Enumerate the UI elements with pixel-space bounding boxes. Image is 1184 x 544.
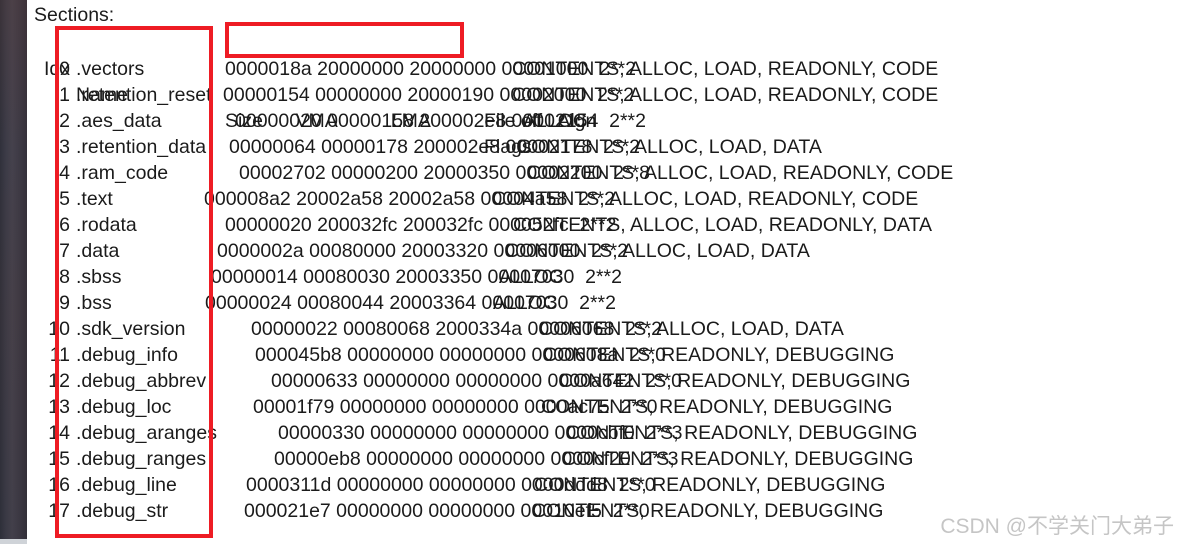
cell-idx: 6 bbox=[59, 214, 70, 236]
cell-idx: 16 bbox=[48, 474, 70, 496]
cell-idx: 0 bbox=[59, 58, 70, 80]
table-row: 12 .debug_abbrev 00000633 00000000 0000000… bbox=[27, 368, 1184, 394]
table-row: 0 .vectors 0000018a 20000000 20000000 0000… bbox=[27, 56, 1184, 82]
cell-name: .aes_data bbox=[76, 110, 162, 132]
cell-name: .ram_code bbox=[76, 162, 169, 184]
cell-flags: CONTENTS, ALLOC, LOAD, DATA bbox=[505, 240, 810, 262]
cell-idx: 13 bbox=[48, 396, 70, 418]
cell-flags: ALLOC bbox=[523, 110, 587, 132]
table-row: 17 .debug_str 000021e7 00000000 00000000 0… bbox=[27, 498, 1184, 524]
cell-flags: CONTENTS, READONLY, DEBUGGING bbox=[541, 396, 893, 418]
cell-idx: 17 bbox=[48, 500, 70, 522]
table-row: 11 .debug_info 000045b8 00000000 00000000 … bbox=[27, 342, 1184, 368]
sections-caption: Sections: bbox=[34, 4, 115, 26]
cell-name: .debug_ranges bbox=[76, 448, 207, 470]
cell-flags: CONTENTS, ALLOC, LOAD, READONLY, DATA bbox=[513, 214, 932, 236]
table-row: 4 .ram_code 00002702 00000200 20000350 000… bbox=[27, 160, 1184, 186]
cell-name: .text bbox=[76, 188, 113, 210]
left-background-strip-footer bbox=[0, 539, 27, 544]
cell-flags: CONTENTS, READONLY, DEBUGGING bbox=[566, 422, 918, 444]
cell-flags: CONTENTS, ALLOC, LOAD, READONLY, CODE bbox=[492, 188, 919, 210]
cell-name: .retention_reset bbox=[76, 84, 212, 106]
cell-idx: 9 bbox=[59, 292, 70, 314]
table-row: 1 .retention_reset 00000154 00000000 20000… bbox=[27, 82, 1184, 108]
cell-flags: CONTENTS, READONLY, DEBUGGING bbox=[534, 474, 886, 496]
cell-name: .retention_data bbox=[76, 136, 207, 158]
cell-name: .debug_abbrev bbox=[76, 370, 207, 392]
cell-idx: 14 bbox=[48, 422, 70, 444]
table-row: 15 .debug_ranges 00000eb8 00000000 0000000… bbox=[27, 446, 1184, 472]
cell-idx: 2 bbox=[59, 110, 70, 132]
cell-idx: 11 bbox=[49, 344, 70, 366]
table-row: 7 .data 0000002a 00080000 20003320 0000600… bbox=[27, 238, 1184, 264]
cell-idx: 8 bbox=[59, 266, 70, 288]
cell-flags: CONTENTS, ALLOC, LOAD, DATA bbox=[539, 318, 844, 340]
cell-name: .bss bbox=[76, 292, 112, 314]
cell-flags: CONTENTS, ALLOC, LOAD, DATA bbox=[517, 136, 822, 158]
cell-idx: 10 bbox=[48, 318, 70, 340]
table-row: 6 .rodata 00000020 200032fc 200032fc 00005… bbox=[27, 212, 1184, 238]
cell-flags: CONTENTS, ALLOC, LOAD, READONLY, CODE bbox=[512, 84, 939, 106]
objdump-output-pane: Sections: Idx Name Size VMA LMA File off… bbox=[27, 0, 1184, 544]
section-header-table: Idx Name Size VMA LMA File off Algn Flag… bbox=[27, 30, 1184, 524]
cell-flags: ALLOC bbox=[499, 266, 563, 288]
cell-idx: 12 bbox=[48, 370, 70, 392]
table-row: 13 .debug_loc 00001f79 00000000 00000000 0… bbox=[27, 394, 1184, 420]
table-row: 10 .sdk_version 00000022 00080068 2000334a… bbox=[27, 316, 1184, 342]
cell-idx: 5 bbox=[59, 188, 70, 210]
cell-name: .debug_aranges bbox=[76, 422, 217, 444]
cell-flags: CONTENTS, READONLY, DEBUGGING bbox=[532, 500, 884, 522]
cell-name: .rodata bbox=[76, 214, 137, 236]
cell-flags: CONTENTS, READONLY, DEBUGGING bbox=[562, 448, 914, 470]
cell-flags: CONTENTS, READONLY, DEBUGGING bbox=[559, 370, 911, 392]
table-row: 16 .debug_line 0000311d 00000000 00000000 … bbox=[27, 472, 1184, 498]
cell-name: .debug_info bbox=[76, 344, 178, 366]
cell-name: .sbss bbox=[76, 266, 122, 288]
cell-flags: CONTENTS, ALLOC, LOAD, READONLY, CODE bbox=[512, 58, 939, 80]
table-row: 8 .sbss 00000014 00080030 20003350 0000703… bbox=[27, 264, 1184, 290]
cell-flags: ALLOC bbox=[493, 292, 557, 314]
cell-flags: CONTENTS, ALLOC, LOAD, READONLY, CODE bbox=[527, 162, 954, 184]
cell-idx: 4 bbox=[59, 162, 70, 184]
screenshot-root: Sections: Idx Name Size VMA LMA File off… bbox=[0, 0, 1184, 544]
cell-name: .sdk_version bbox=[76, 318, 186, 340]
cell-idx: 7 bbox=[59, 240, 70, 262]
cell-flags: CONTENTS, READONLY, DEBUGGING bbox=[543, 344, 895, 366]
cell-idx: 15 bbox=[48, 448, 70, 470]
cell-name: .debug_line bbox=[76, 474, 177, 496]
table-header-row: Idx Name Size VMA LMA File off Algn Flag… bbox=[27, 30, 1184, 158]
left-background-strip bbox=[0, 0, 27, 539]
cell-name: .data bbox=[76, 240, 120, 262]
table-row: 9 .bss 00000024 00080044 20003364 00007030… bbox=[27, 290, 1184, 316]
table-row: 14 .debug_aranges 00000330 00000000 000000… bbox=[27, 420, 1184, 446]
table-row: 2 .aes_data 00000020 00000158 200002e8 000… bbox=[27, 108, 1184, 134]
cell-idx: 3 bbox=[59, 136, 70, 158]
cell-name: .debug_loc bbox=[76, 396, 172, 418]
cell-name: .vectors bbox=[76, 58, 145, 80]
cell-name: .debug_str bbox=[76, 500, 169, 522]
table-row: 5 .text 000008a2 20002a58 20002a58 00004a5… bbox=[27, 186, 1184, 212]
cell-idx: 1 bbox=[59, 84, 70, 106]
table-row: 3 .retention_data 00000064 00000178 200002… bbox=[27, 134, 1184, 160]
